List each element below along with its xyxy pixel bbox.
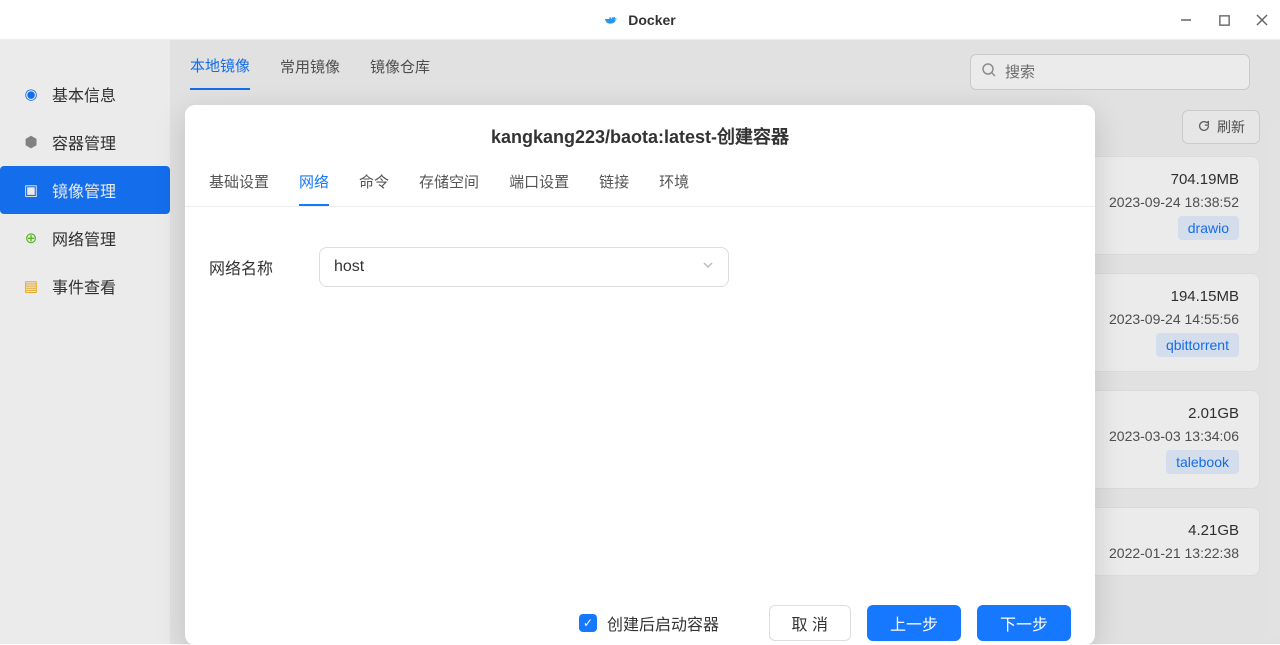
minimize-icon[interactable] <box>1176 10 1196 30</box>
start-after-create-label: 创建后启动容器 <box>607 611 719 635</box>
titlebar: Docker <box>0 0 1280 40</box>
modal-tab-env[interactable]: 环境 <box>659 171 689 206</box>
modal-tab-command[interactable]: 命令 <box>359 171 389 206</box>
app-title: Docker <box>628 12 675 28</box>
create-container-modal: kangkang223/baota:latest-创建容器 基础设置 网络 命令… <box>185 105 1095 645</box>
modal-tab-ports[interactable]: 端口设置 <box>509 171 569 206</box>
network-name-row: 网络名称 host <box>209 247 1071 287</box>
chevron-down-icon <box>702 258 714 276</box>
modal-tab-links[interactable]: 链接 <box>599 171 629 206</box>
network-name-label: 网络名称 <box>209 255 289 279</box>
modal-tab-storage[interactable]: 存储空间 <box>419 171 479 206</box>
modal-body: 网络名称 host <box>185 207 1095 593</box>
checkbox-checked-icon: ✓ <box>579 614 597 632</box>
modal-title: kangkang223/baota:latest-创建容器 <box>185 105 1095 163</box>
next-button[interactable]: 下一步 <box>977 605 1071 641</box>
network-name-value: host <box>334 258 364 276</box>
modal-tab-basic[interactable]: 基础设置 <box>209 171 269 206</box>
modal-footer: ✓ 创建后启动容器 取 消 上一步 下一步 <box>185 593 1095 645</box>
maximize-icon[interactable] <box>1214 10 1234 30</box>
title-wrap: Docker <box>604 12 675 28</box>
modal-tab-network[interactable]: 网络 <box>299 171 329 206</box>
start-after-create-check[interactable]: ✓ 创建后启动容器 <box>579 611 719 635</box>
cancel-button[interactable]: 取 消 <box>769 605 851 641</box>
docker-icon <box>604 12 620 28</box>
window-controls <box>1176 0 1272 40</box>
close-icon[interactable] <box>1252 10 1272 30</box>
prev-button[interactable]: 上一步 <box>867 605 961 641</box>
network-name-select[interactable]: host <box>319 247 729 287</box>
modal-tabs: 基础设置 网络 命令 存储空间 端口设置 链接 环境 <box>185 163 1095 207</box>
